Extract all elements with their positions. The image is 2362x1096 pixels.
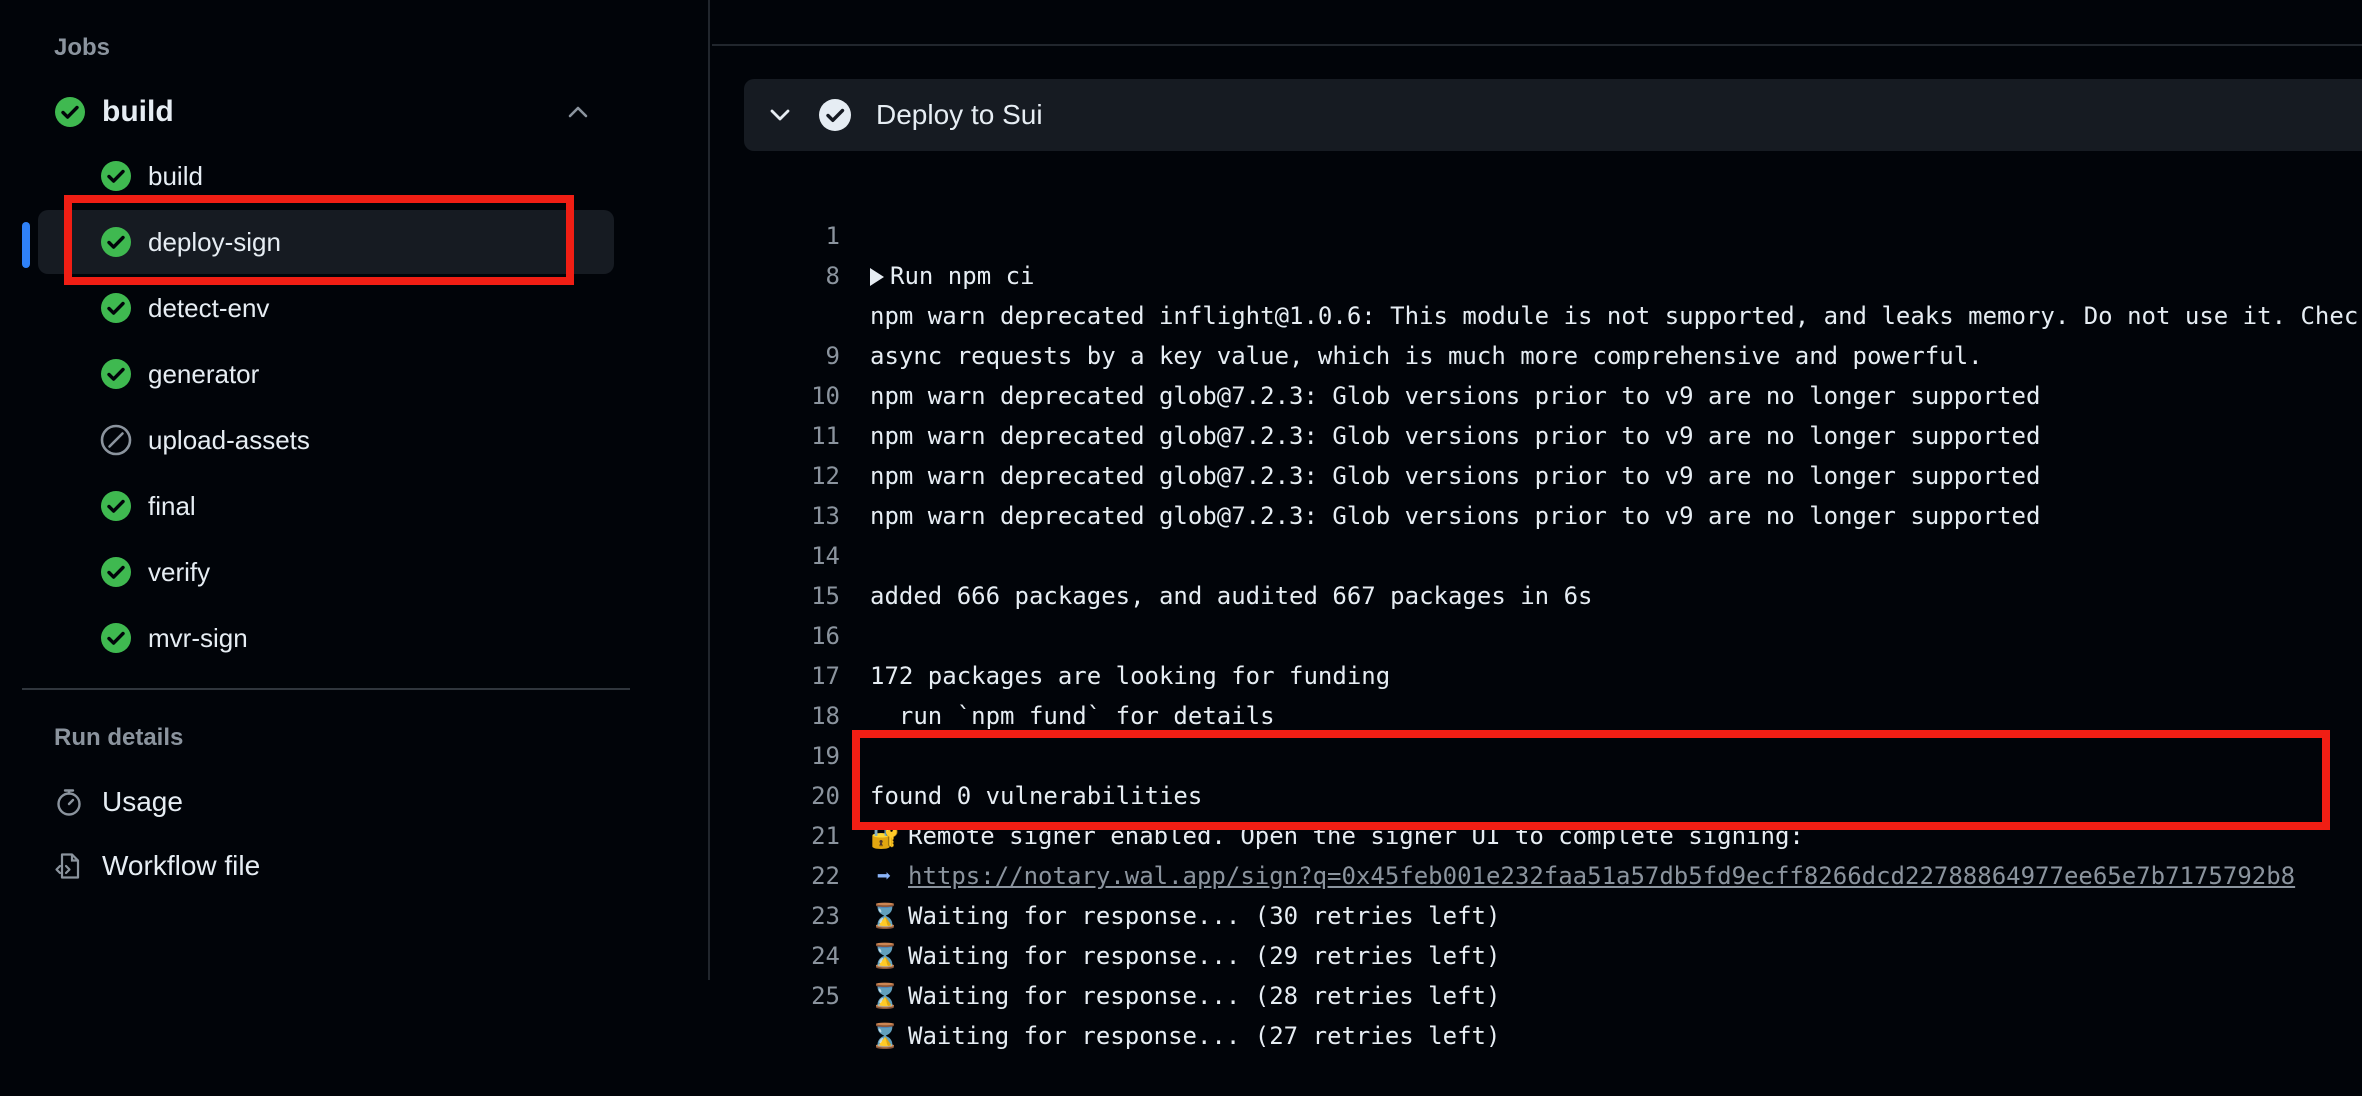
stopwatch-icon [57,789,81,816]
job-group-build[interactable]: build [54,92,594,132]
job-label: mvr-sign [148,622,248,653]
skipped-icon [100,424,132,456]
log-line: 16 172 packages are looking for funding [744,576,1390,690]
hourglass-icon: ⌛ [870,942,900,970]
log-text: Waiting for response... (28 retries left… [908,982,1501,1010]
success-check-icon [55,97,85,127]
log-line: 8 npm warn deprecated inflight@1.0.6: Th… [744,216,2359,330]
job-item-deploy-sign[interactable]: deploy-sign [38,210,614,274]
jobs-sidebar: Jobs build build deploy-sign detect-env … [0,0,710,980]
log-line: 24 ⌛ Waiting for response... (28 retries … [744,896,1500,1010]
log-line: 15 [744,536,840,610]
success-check-icon [101,161,131,191]
log-text: Run npm ci [890,262,1035,290]
log-text: npm warn deprecated inflight@1.0.6: This… [870,302,2359,330]
workflow-file-label: Workflow file [102,850,261,881]
usage-label: Usage [102,786,183,817]
log-line: 14 added 666 packages, and audited 667 p… [744,496,1592,610]
step-success-icon [819,99,851,131]
hourglass-icon: ⌛ [870,982,900,1010]
log-line: 17 run `npm fund` for details [744,616,1274,730]
job-item-mvr-sign[interactable]: mvr-sign [38,606,614,670]
job-item-detect-env[interactable]: detect-env [38,276,614,340]
file-code-icon [55,853,80,879]
job-label: deploy-sign [148,226,281,257]
log-text: Remote signer enabled. Open the signer U… [908,822,1804,850]
hourglass-icon: ⌛ [870,1022,900,1050]
success-check-icon [101,491,131,521]
job-item-upload-assets[interactable]: upload-assets [38,408,614,472]
job-item-verify[interactable]: verify [38,540,614,604]
log-text: added 666 packages, and audited 667 pack… [870,582,1593,610]
log-line: 13 [744,456,840,530]
job-label: verify [148,556,211,587]
success-check-icon [101,557,131,587]
success-check-icon [101,359,131,389]
log-line: 21 ➡ https://notary.wal.app/sign?q=0x45fe… [744,776,2295,890]
line-number: 25 [811,982,840,1010]
job-group-name: build [102,95,174,128]
log-line: 23 ⌛ Waiting for response... (29 retries … [744,856,1500,970]
arrow-right-icon: ➡ [876,862,892,890]
expand-triangle-icon[interactable] [870,268,884,286]
success-check-icon [101,293,131,323]
job-label: detect-env [148,292,270,323]
log-line: 22 ⌛ Waiting for response... (30 retries … [744,816,1500,930]
selected-indicator [22,222,30,268]
log-line: async requests by a key value, which is … [744,256,1983,370]
workflow-file-link[interactable]: Workflow file [54,846,260,886]
usage-link[interactable]: Usage [54,782,183,822]
success-check-icon [101,227,131,257]
log-line[interactable]: 1 Run npm ci [744,176,1035,290]
log-text: npm warn deprecated glob@7.2.3: Glob ver… [870,502,2041,530]
jobs-section-label: Jobs [54,34,111,61]
chevron-down-icon [770,109,790,121]
log-text: 172 packages are looking for funding [870,662,1391,690]
log-line: 11 npm warn deprecated glob@7.2.3: Glob … [744,376,2040,490]
log-text: async requests by a key value, which is … [870,342,1983,370]
log-text: run `npm fund` for details [870,702,1275,730]
step-header-deploy-to-sui[interactable]: Deploy to Sui [744,79,2362,151]
previous-step-strip [712,0,2362,46]
log-text: Waiting for response... (27 retries left… [908,1022,1501,1050]
log-text: npm warn deprecated glob@7.2.3: Glob ver… [870,382,2041,410]
log-text: Waiting for response... (29 retries left… [908,942,1501,970]
signer-url-link[interactable]: https://notary.wal.app/sign?q=0x45feb001… [908,862,2295,890]
sidebar-divider [22,688,630,690]
job-label: build [148,160,203,191]
log-line: 25 ⌛ Waiting for response... (27 retries … [744,936,1500,1050]
log-line: 18 [744,656,840,730]
log-text: Waiting for response... (30 retries left… [908,902,1501,930]
step-title: Deploy to Sui [876,99,1043,130]
job-log-panel: Deploy to Sui 1 Run npm ci 8 npm warn de… [712,0,2362,1050]
success-check-icon [101,623,131,653]
job-label: generator [148,358,260,389]
log-line: 12 npm warn deprecated glob@7.2.3: Glob … [744,416,2040,530]
job-item-generator[interactable]: generator [38,342,614,406]
job-label: final [148,490,196,521]
log-line: 20 🔐 Remote signer enabled. Open the sign… [744,736,1804,850]
hourglass-icon: ⌛ [870,902,900,930]
log-text: npm warn deprecated glob@7.2.3: Glob ver… [870,462,2041,490]
job-label: upload-assets [148,424,310,455]
log-line: 10 npm warn deprecated glob@7.2.3: Glob … [744,336,2040,450]
lock-key-icon: 🔐 [870,822,900,850]
log-line: 19 found 0 vulnerabilities [744,696,1202,810]
run-details-label: Run details [54,724,184,751]
log-line: 9 npm warn deprecated glob@7.2.3: Glob v… [744,296,2041,410]
job-item-final[interactable]: final [38,474,614,538]
log-text: npm warn deprecated glob@7.2.3: Glob ver… [870,422,2041,450]
job-item-build[interactable]: build [38,144,614,208]
chevron-up-icon[interactable] [562,96,594,128]
log-text: found 0 vulnerabilities [870,782,1203,810]
